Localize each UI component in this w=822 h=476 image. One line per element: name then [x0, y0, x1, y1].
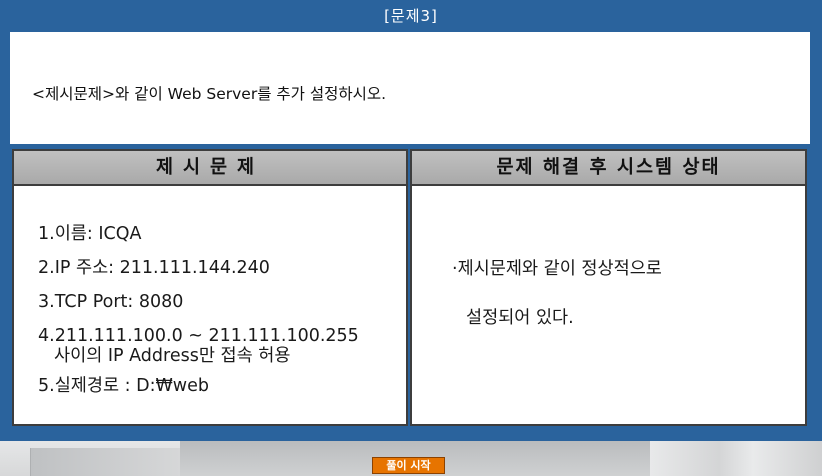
system-state-line: 설정되어 있다. — [466, 308, 574, 328]
system-state-line: ·제시문제와 같이 정상적으로 — [452, 259, 662, 279]
instruction-text: <제시문제>와 같이 Web Server를 추가 설정하시오. — [32, 85, 387, 103]
requirements-panel: 제시문제 1.이름: ICQA 2.IP 주소: 211.111.144.240… — [12, 149, 408, 426]
requirements-list: 1.이름: ICQA 2.IP 주소: 211.111.144.240 3.TC… — [38, 217, 359, 403]
requirement-item: 1.이름: ICQA — [38, 224, 142, 244]
background-left — [0, 440, 181, 476]
requirement-item: 5.실제경로 : D:₩web — [38, 376, 209, 396]
background-right — [650, 440, 822, 476]
requirements-header: 제시문제 — [14, 151, 406, 186]
system-state-panel: 문제 해결 후 시스템 상태 ·제시문제와 같이 정상적으로 설정되어 있다. — [410, 149, 807, 426]
instruction-box: <제시문제>와 같이 Web Server를 추가 설정하시오. — [10, 32, 810, 144]
system-state-header: 문제 해결 후 시스템 상태 — [412, 151, 805, 186]
question-title: [문제3] — [384, 7, 438, 25]
requirement-item: 2.IP 주소: 211.111.144.240 — [38, 258, 270, 278]
question-frame: [문제3] <제시문제>와 같이 Web Server를 추가 설정하시오. 제… — [0, 0, 822, 441]
background-left-inner — [30, 448, 181, 476]
system-state-text: ·제시문제와 같이 정상적으로 설정되어 있다. — [452, 255, 662, 329]
requirement-item: 3.TCP Port: 8080 — [38, 292, 184, 312]
start-solving-button[interactable]: 풀이 시작 — [372, 457, 445, 474]
